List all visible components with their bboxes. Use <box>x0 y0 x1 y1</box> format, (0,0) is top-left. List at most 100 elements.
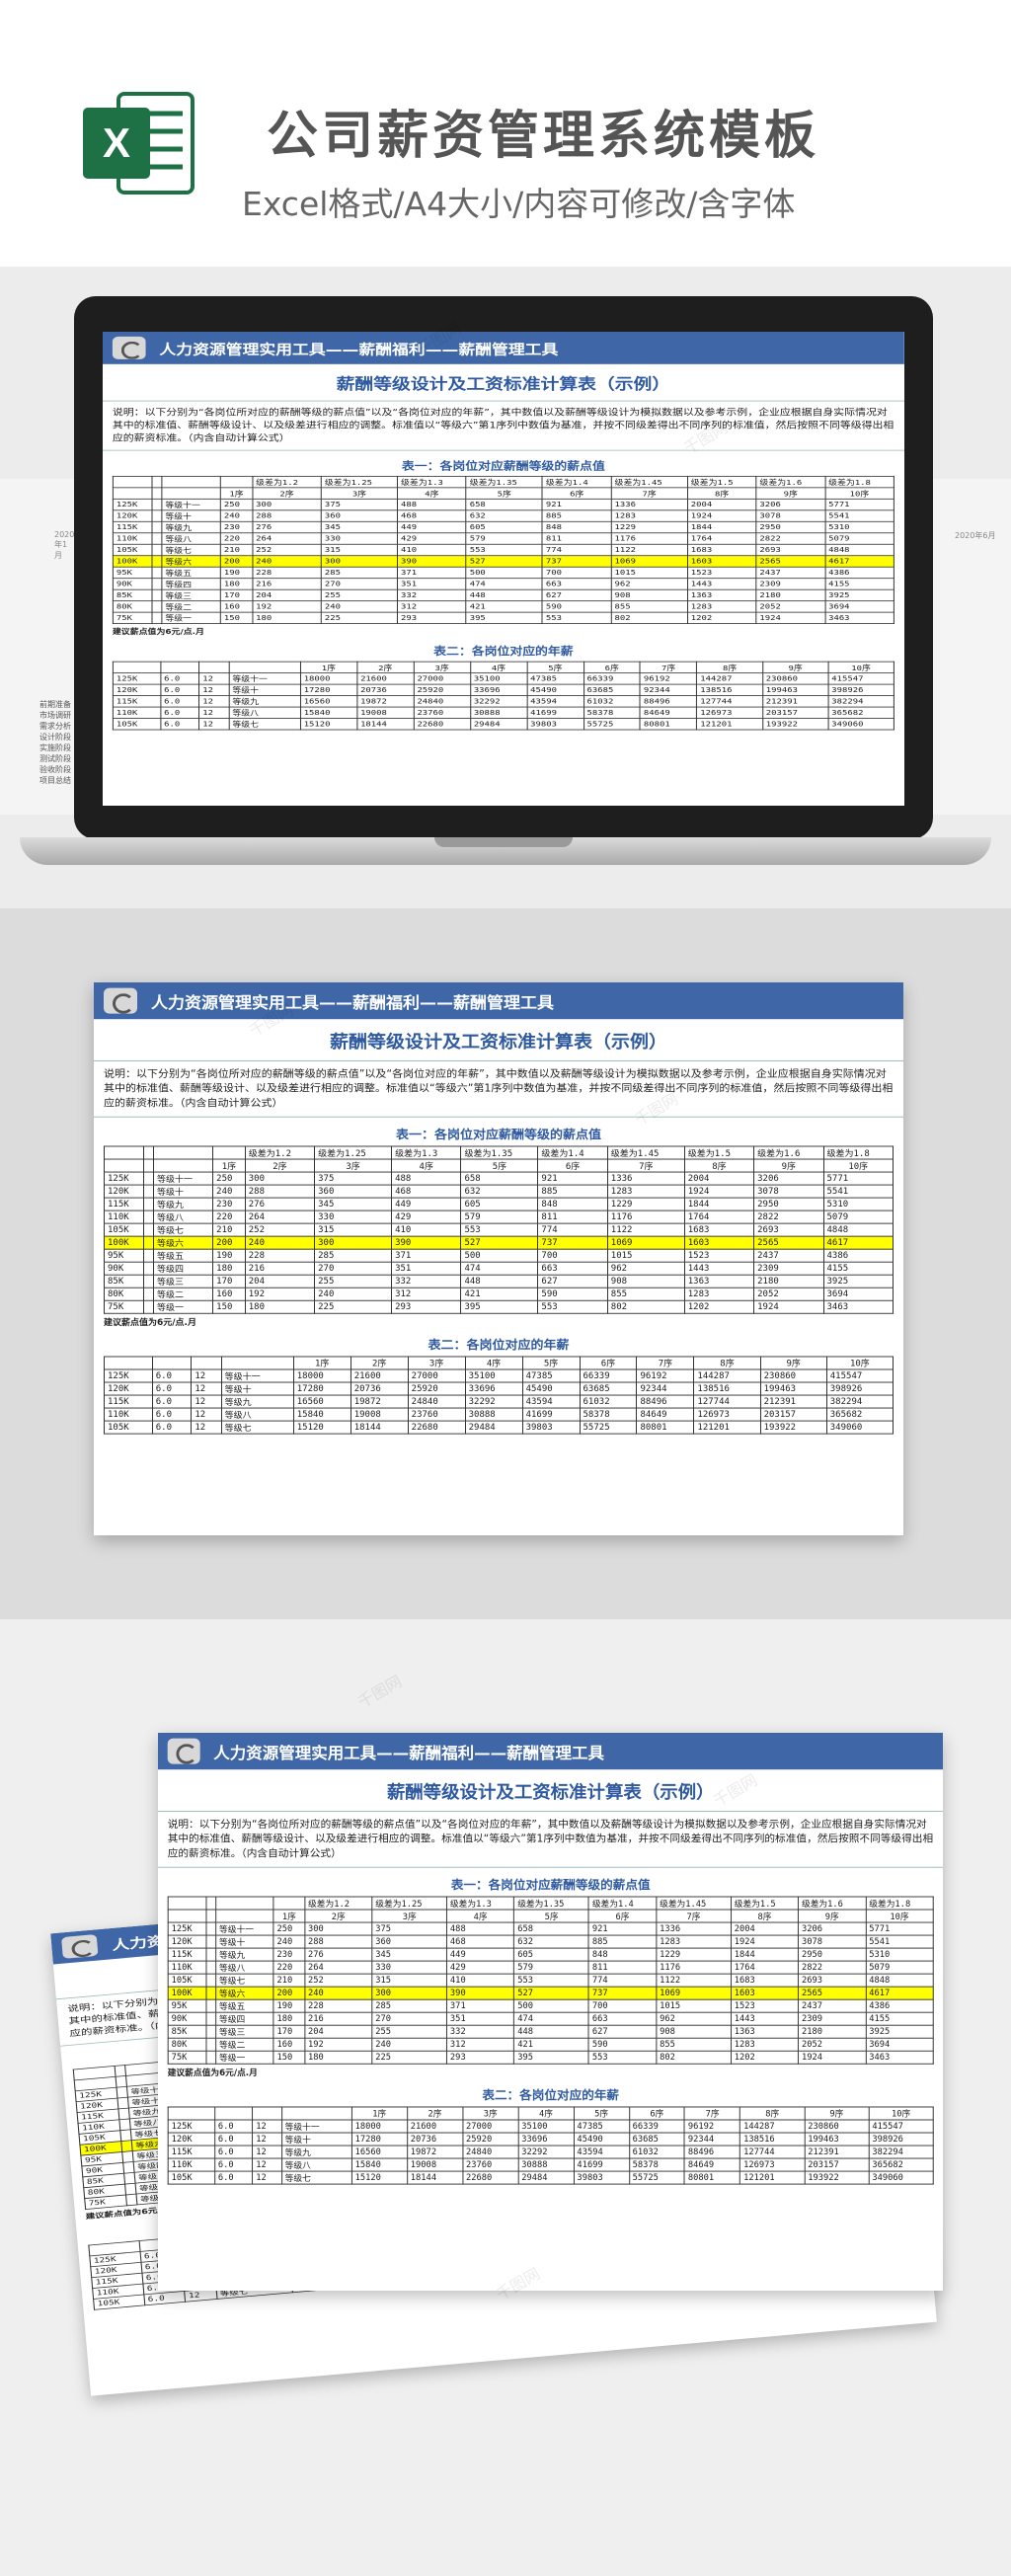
table-cell: 6.0 <box>214 2119 254 2134</box>
table-header-cell: 7序 <box>656 1909 732 1923</box>
table-cell: 1924 <box>683 1184 755 1199</box>
table-cell: 3694 <box>822 1287 894 1301</box>
table-cell: 228 <box>252 566 322 580</box>
table-cell: 500 <box>460 1248 539 1263</box>
table-cell: 39803 <box>521 1420 581 1435</box>
table-cell: 382294 <box>827 695 894 708</box>
table-cell: 4386 <box>824 566 894 580</box>
table-cell: 90K <box>103 1261 145 1276</box>
table2-caption: 表二：各岗位对应的年薪 <box>433 646 574 659</box>
table-cell: 449 <box>391 1197 462 1211</box>
table-header-cell: 3序 <box>371 1909 448 1923</box>
table-header-cell: 2序 <box>252 487 322 500</box>
table-cell: 500 <box>465 566 543 580</box>
table-cell: 等级二 <box>161 600 221 613</box>
toolbar-text: 人力资源管理实用工具——薪酬福利——薪酬管理工具 <box>213 1744 605 1763</box>
table-header-cell <box>215 1896 274 1911</box>
table-row: 115K 等级九230276345449605848122918442950531… <box>167 1947 934 1962</box>
table-cell: 等级七 <box>152 1222 214 1237</box>
table-cell: 627 <box>587 2024 658 2039</box>
table-cell: 390 <box>446 1986 515 2000</box>
table-cell: 23760 <box>407 1407 466 1422</box>
table-cell: 3078 <box>798 1934 867 1949</box>
table-cell: 105K <box>167 1973 207 1988</box>
table-cell: 315 <box>314 1222 393 1237</box>
table-cell: 293 <box>397 611 467 625</box>
table-header-cell: 10序 <box>868 2106 934 2121</box>
table-cell: 632 <box>465 509 543 522</box>
table-cell: 17280 <box>292 1381 351 1396</box>
table1-caption: 表一：各岗位对应薪酬等级的薪点值 <box>450 1878 651 1893</box>
table-header-cell: 4序 <box>469 661 528 674</box>
table-cell: 127744 <box>696 695 763 708</box>
table-cell: 21600 <box>406 2119 464 2134</box>
table-cell: 80801 <box>636 1420 695 1435</box>
table-cell: 33696 <box>517 2132 575 2147</box>
table-cell: 220 <box>212 1210 246 1224</box>
table-row: 115K 等级九230276345449605848122918442950531… <box>112 520 894 534</box>
table-cell: 27000 <box>407 1368 466 1383</box>
table-cell: 332 <box>446 2024 515 2039</box>
table-header-cell <box>205 1896 217 1911</box>
table-cell: 95K <box>112 566 153 580</box>
table-cell: 193922 <box>804 2170 870 2185</box>
table-cell: 658 <box>460 1171 539 1186</box>
table-cell: 25920 <box>413 683 471 696</box>
table-cell: 等级三 <box>215 2024 274 2039</box>
table-header-cell: 级差为1.45 <box>610 475 688 489</box>
table-cell: 855 <box>606 1287 685 1301</box>
table-cell: 6.0 <box>160 672 200 685</box>
wrench-icon <box>104 987 137 1014</box>
table-header-row: 级差为1.2级差为1.25级差为1.3级差为1.35级差为1.4级差为1.45级… <box>112 475 894 489</box>
table-header-cell: 8序 <box>693 1356 761 1370</box>
table-cell: 632 <box>513 1934 589 1949</box>
table-cell: 96192 <box>636 1368 695 1383</box>
table-cell: 等级九 <box>215 1947 274 1962</box>
table-header-row: 级差为1.2级差为1.25级差为1.3级差为1.35级差为1.4级差为1.45级… <box>103 1145 894 1160</box>
table-cell: 6.0 <box>160 683 200 696</box>
table-cell: 300 <box>252 498 322 511</box>
table-cell: 345 <box>371 1947 448 1962</box>
table-cell: 1924 <box>798 2050 867 2065</box>
table-cell: 240 <box>314 1287 393 1301</box>
table-cell: 332 <box>397 588 467 602</box>
table-header-row: 1序2序3序4序5序6序7序8序9序10序 <box>103 1158 894 1173</box>
table-cell: 429 <box>446 1960 515 1975</box>
table-cell: 等级九 <box>280 2145 352 2159</box>
table-header-cell: 2序 <box>356 661 415 674</box>
table-cell <box>151 520 163 534</box>
table-cell: 468 <box>446 1934 515 1949</box>
table-cell: 371 <box>446 1998 515 2013</box>
page-title: 公司薪资管理系统模板 <box>267 107 820 166</box>
table-header-cell: 级差为1.35 <box>513 1896 589 1911</box>
table-row: 105K6.012等级七1512018144226802948439803557… <box>112 718 894 731</box>
table-cell: 121201 <box>739 2170 806 2185</box>
table-cell: 6.0 <box>160 695 200 708</box>
table-cell: 12 <box>198 718 230 731</box>
paper-card: 人力资源管理实用工具——薪酬福利——薪酬管理工具 薪酬等级设计及工资标准计算表（… <box>94 982 903 1535</box>
table-cell: 41699 <box>573 2157 630 2172</box>
table-cell: 1764 <box>686 532 757 545</box>
table-header-cell: 5序 <box>521 1356 581 1370</box>
table-cell: 192 <box>252 600 322 613</box>
table-cell <box>151 600 163 613</box>
table-cell: 553 <box>537 1299 608 1314</box>
table-header-cell: 1序 <box>299 661 358 674</box>
table-header-cell <box>112 487 153 500</box>
table-cell: 3463 <box>824 611 894 625</box>
table-cell: 35100 <box>464 1368 523 1383</box>
table-row: 125K 等级十一25030037548865892113362004320657… <box>112 498 894 511</box>
table-cell: 371 <box>397 566 467 580</box>
table-cell: 127744 <box>739 2145 806 2159</box>
table-cell: 等级九 <box>161 520 221 534</box>
table-cell: 1443 <box>730 2011 800 2026</box>
table-cell <box>205 1947 217 1962</box>
table-cell: 398926 <box>868 2132 934 2147</box>
table-cell: 212391 <box>804 2145 870 2159</box>
table-cell: 230860 <box>759 1368 827 1383</box>
table-header-cell <box>212 1145 246 1160</box>
table-cell: 63685 <box>628 2132 685 2147</box>
table-cell: 80K <box>167 2037 207 2052</box>
table-cell: 138516 <box>693 1381 761 1396</box>
table-cell: 5079 <box>824 532 894 545</box>
